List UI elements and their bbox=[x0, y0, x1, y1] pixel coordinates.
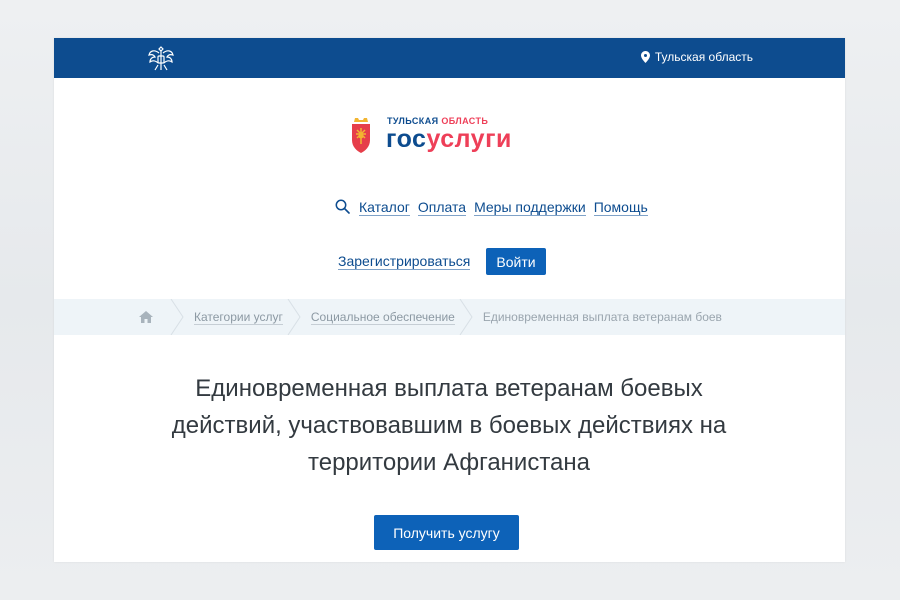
register-link[interactable]: Зарегистрироваться bbox=[338, 253, 471, 270]
nav-item-catalog[interactable]: Каталог bbox=[359, 199, 410, 216]
location-pin-icon bbox=[640, 51, 650, 63]
nav-item-help[interactable]: Помощь bbox=[593, 199, 648, 216]
main-nav: Каталог Оплата Меры поддержки Помощь bbox=[335, 199, 656, 216]
nav-item-payment[interactable]: Оплата bbox=[417, 199, 467, 216]
breadcrumb-separator-icon bbox=[459, 299, 473, 335]
home-icon[interactable] bbox=[138, 310, 154, 324]
logo-wordmark: госуслуги bbox=[386, 125, 512, 153]
breadcrumb-current: Единовременная выплата ветеранам боев bbox=[482, 310, 722, 324]
top-bar: Тульская область bbox=[54, 38, 845, 78]
region-label: Тульская область bbox=[654, 50, 753, 64]
gosuslugi-page: Тульская область ТУЛЬСКАЯ ОБЛАСТЬ госусл… bbox=[54, 38, 845, 562]
breadcrumb: Категории услуг Социальное обеспечение Е… bbox=[54, 299, 845, 335]
search-icon[interactable] bbox=[335, 199, 350, 214]
nav-item-support-measures[interactable]: Меры поддержки bbox=[474, 199, 586, 216]
breadcrumb-inner: Категории услуг Социальное обеспечение Е… bbox=[138, 299, 722, 335]
region-selector[interactable]: Тульская область bbox=[640, 50, 753, 64]
breadcrumb-item-social-security[interactable]: Социальное обеспечение bbox=[310, 310, 455, 325]
login-button[interactable]: Войти bbox=[486, 248, 546, 275]
breadcrumb-separator-icon bbox=[170, 299, 184, 335]
auth-block: Зарегистрироваться Войти bbox=[338, 248, 546, 275]
tula-coat-of-arms-icon bbox=[352, 118, 370, 153]
gosuslugi-logo[interactable]: ТУЛЬСКАЯ ОБЛАСТЬ госуслуги bbox=[350, 116, 550, 158]
breadcrumb-separator-icon bbox=[287, 299, 301, 335]
service-title: Единовременная выплата ветеранам боевых … bbox=[171, 375, 727, 476]
get-service-button[interactable]: Получить услугу bbox=[374, 515, 519, 550]
breadcrumb-item-categories[interactable]: Категории услуг bbox=[194, 310, 283, 325]
russian-emblem-icon[interactable] bbox=[146, 43, 176, 73]
